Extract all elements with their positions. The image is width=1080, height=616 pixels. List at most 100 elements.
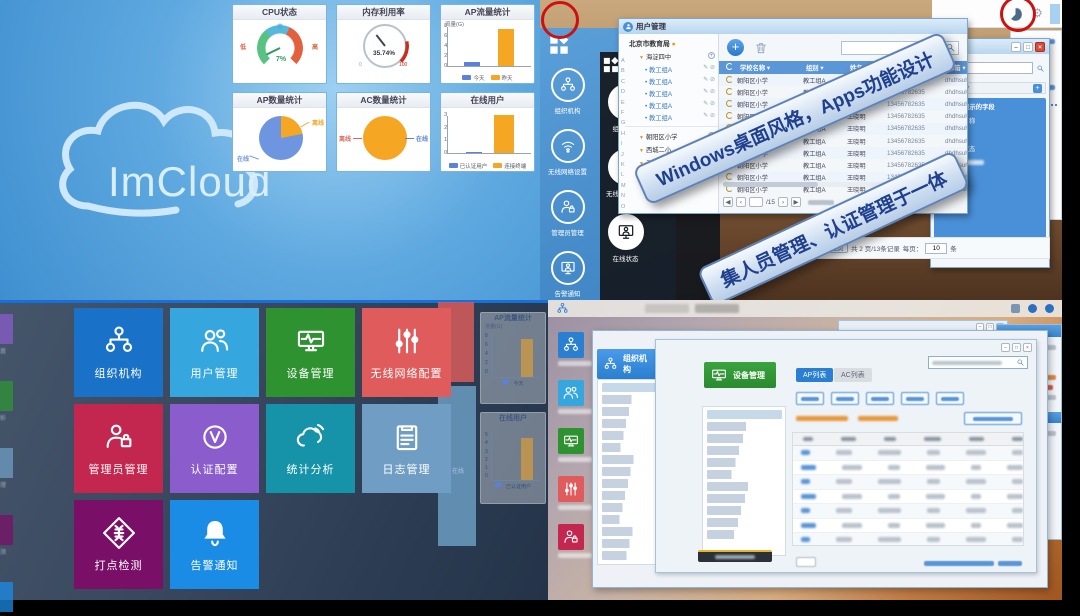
tree-row-blurred[interactable] xyxy=(602,419,646,428)
tree-group-item[interactable]: • 教工组A ✎ ⊘ xyxy=(625,87,718,99)
taskbar-item[interactable] xyxy=(698,550,772,562)
app-tile[interactable]: 管理员管理 xyxy=(74,404,163,493)
toolbar-icon[interactable] xyxy=(1028,304,1037,313)
tree-row-blurred[interactable] xyxy=(707,530,756,539)
tree-row-blurred[interactable] xyxy=(707,422,778,431)
add-column-icon[interactable]: + xyxy=(1033,84,1042,93)
edit-and-block-icons[interactable]: ✎ ⊘ xyxy=(703,64,715,71)
page-input-box[interactable] xyxy=(749,197,763,207)
next-page-button[interactable]: › xyxy=(778,197,788,207)
maximize-button[interactable]: □ xyxy=(1023,42,1033,52)
action-button-blurred[interactable] xyxy=(831,392,859,405)
tree-group-item[interactable]: • 教工组A ✎ ⊘ xyxy=(625,75,718,87)
launcher-item[interactable]: 管理员管理 xyxy=(548,190,587,237)
tree-row-blurred[interactable] xyxy=(602,503,639,512)
tree-row-blurred[interactable] xyxy=(707,482,782,491)
action-button-blurred[interactable] xyxy=(901,392,929,405)
tree-row-blurred[interactable] xyxy=(707,446,765,455)
blue-outline-button-blurred[interactable] xyxy=(964,412,1022,425)
tree-row-blurred[interactable] xyxy=(602,515,634,524)
tree-row-blurred[interactable] xyxy=(602,467,654,476)
first-page-button[interactable]: ◀ xyxy=(723,197,733,207)
tree-row-blurred[interactable] xyxy=(602,395,656,404)
close-button[interactable]: × xyxy=(1035,42,1045,52)
page-input-blurred[interactable] xyxy=(796,557,816,567)
widget-cpu-status[interactable]: CPU状态 低 中 高 7% xyxy=(232,4,327,84)
window-controls[interactable]: – □ × xyxy=(1001,343,1032,352)
minimize-button[interactable]: – xyxy=(1011,42,1021,52)
toolbar-icon[interactable] xyxy=(1011,304,1020,313)
tree-school-expanded[interactable]: ▼海淀四中+ xyxy=(625,50,718,63)
tree-row-blurred[interactable] xyxy=(707,458,759,467)
col-header[interactable]: 学校名称 ▾ xyxy=(734,63,800,72)
launcher-item[interactable]: 在线状态 xyxy=(606,214,645,263)
search-icon[interactable] xyxy=(1036,63,1045,74)
table-row-blurred[interactable] xyxy=(793,446,1023,461)
dock-item[interactable] xyxy=(558,380,592,414)
tree-group-item[interactable]: • 教工组A ✎ ⊘ xyxy=(625,111,718,123)
view-tab-blurred[interactable] xyxy=(645,304,689,313)
edit-and-block-icons[interactable]: ✎ ⊘ xyxy=(703,88,715,95)
widget-ap-count[interactable]: AP数量统计 离线 在线 xyxy=(232,92,327,172)
action-button-blurred[interactable] xyxy=(936,392,964,405)
table-row-blurred[interactable] xyxy=(793,475,1023,490)
tree-row-blurred[interactable] xyxy=(602,431,641,440)
tree-row-blurred[interactable] xyxy=(602,407,651,416)
per-page-input[interactable] xyxy=(925,243,947,254)
tree-row-blurred[interactable] xyxy=(707,410,782,419)
tree-group-item[interactable]: • 教工组A ✎ ⊘ xyxy=(625,63,718,75)
dock-item[interactable] xyxy=(558,428,592,462)
edit-and-block-icons[interactable]: ✎ ⊘ xyxy=(703,76,715,83)
widget-ap-traffic[interactable]: AP流量统计 流量(G) 86420 今天 昨天 xyxy=(440,4,535,84)
table-row-blurred[interactable] xyxy=(793,490,1023,505)
launcher-item[interactable]: 告警通知 xyxy=(548,251,587,298)
edit-and-block-icons[interactable]: ✎ ⊘ xyxy=(703,100,715,107)
widget-online-users[interactable]: 在线用户 3210 已认证用户 连接终端 xyxy=(440,92,535,172)
launcher-item[interactable]: 无线网络设置 xyxy=(548,129,587,176)
app-tile[interactable]: 设备管理 xyxy=(266,308,355,397)
widget-memory-usage[interactable]: 内存利用率 35.74% 0 100 xyxy=(336,4,431,84)
app-tile[interactable]: 告警通知 xyxy=(170,500,259,589)
tree-row-blurred[interactable] xyxy=(602,455,659,464)
delete-icon[interactable] xyxy=(754,41,768,55)
table-row-blurred[interactable] xyxy=(793,461,1023,476)
tree-row-blurred[interactable] xyxy=(602,527,657,536)
app-tile[interactable]: 日志管理 xyxy=(362,404,451,493)
tree-group-item[interactable]: • 教工组A ✎ ⊘ xyxy=(625,99,718,111)
device-table-blurred[interactable] xyxy=(792,432,1024,546)
orange-filter-blurred[interactable] xyxy=(858,416,898,421)
dock-item[interactable] xyxy=(558,476,592,510)
edit-and-block-icons[interactable]: ✎ ⊘ xyxy=(703,112,715,119)
tree-row-blurred[interactable] xyxy=(602,551,647,560)
app-tile[interactable]: 打点检测 xyxy=(74,500,163,589)
tree-row-blurred[interactable] xyxy=(707,506,769,515)
device-search-box[interactable] xyxy=(928,356,1028,369)
search-icon[interactable] xyxy=(1016,358,1025,367)
tree-row-blurred[interactable] xyxy=(707,494,776,503)
app-tile[interactable]: 用户管理 xyxy=(170,308,259,397)
tree-row-blurred[interactable] xyxy=(707,470,752,479)
device-mgmt-card[interactable]: 设备管理 xyxy=(704,362,776,388)
action-button-blurred[interactable] xyxy=(796,392,824,405)
org-structure-card[interactable]: 组织机构 xyxy=(597,349,659,379)
widget-ac-count[interactable]: AC数量统计 离线 在线 xyxy=(336,92,431,172)
table-row-blurred[interactable] xyxy=(793,519,1023,534)
device-tree-blurred[interactable] xyxy=(702,406,786,556)
view-tab-blurred[interactable] xyxy=(695,304,739,313)
tab-ac-list[interactable]: AC列表 xyxy=(834,368,872,382)
tree-row-blurred[interactable] xyxy=(602,539,652,548)
col-header[interactable]: 组别 ▾ xyxy=(800,63,844,72)
orange-filter-blurred[interactable] xyxy=(796,416,848,421)
add-user-button[interactable]: + xyxy=(727,39,744,56)
dock-item[interactable] xyxy=(558,332,592,366)
tree-row-blurred[interactable] xyxy=(602,383,659,392)
tab-ap-list[interactable]: AP列表 xyxy=(796,368,833,382)
org-tree-blurred[interactable] xyxy=(597,379,661,565)
last-page-button[interactable]: ▶ xyxy=(791,197,801,207)
tree-row-blurred[interactable] xyxy=(602,443,636,452)
launcher-item[interactable]: 组织机构 xyxy=(548,68,587,115)
tree-root[interactable]: 北京市教育局 ● xyxy=(619,34,718,50)
app-tile[interactable]: 组织机构 xyxy=(74,308,163,397)
add-node-icon[interactable]: + xyxy=(708,52,715,59)
table-row-blurred[interactable] xyxy=(793,533,1023,546)
